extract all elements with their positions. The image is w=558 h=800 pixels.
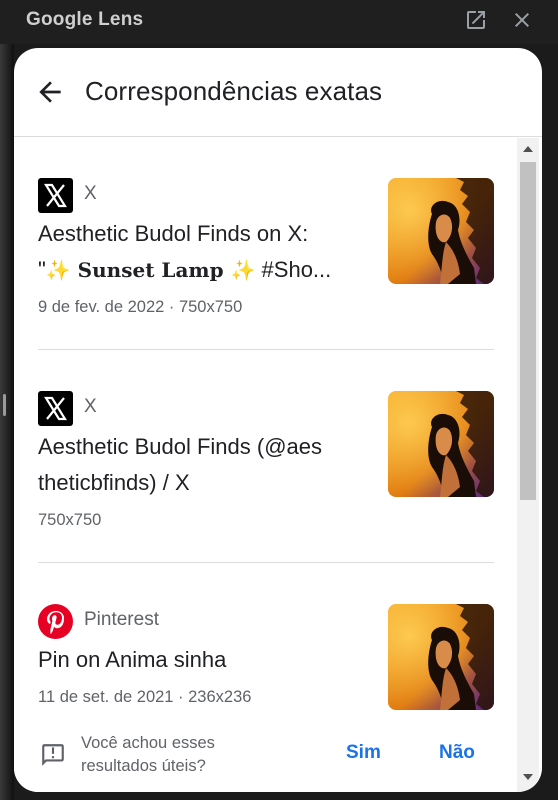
window-title: Google Lens xyxy=(26,9,144,30)
result-item[interactable]: X Aesthetic Budol Finds (@aes theticbfin… xyxy=(38,391,494,541)
feedback-no-button[interactable]: Não xyxy=(439,742,475,764)
scroll-down-arrow-icon[interactable] xyxy=(520,770,536,784)
close-icon[interactable] xyxy=(510,8,534,32)
feedback-icon xyxy=(40,742,66,768)
result-meta: 11 de set. de 2021 · 236x236 xyxy=(38,688,252,706)
window-titlebar: Google Lens xyxy=(0,0,558,44)
page-title: Correspondências exatas xyxy=(85,76,383,106)
result-item[interactable]: X Aesthetic Budol Finds on X: "✨ Sunset … xyxy=(38,178,494,328)
x-logo-icon xyxy=(38,178,73,213)
sparkles-icon: ✨ xyxy=(230,260,256,282)
divider xyxy=(38,562,494,563)
sparkles-icon: ✨ xyxy=(45,260,71,282)
x-logo-icon xyxy=(38,391,73,426)
feedback-bar: Você achou esses resultados úteis? Sim N… xyxy=(14,718,517,792)
result-source: X xyxy=(84,183,97,204)
results-panel: Correspondências exatas X Aesthetic Budo… xyxy=(14,48,542,792)
result-title[interactable]: Pin on Anima sinha xyxy=(38,642,368,678)
feedback-question: Você achou esses resultados úteis? xyxy=(81,734,215,775)
result-source: X xyxy=(84,396,97,417)
background-window-edge xyxy=(0,44,14,800)
back-arrow-icon[interactable] xyxy=(34,76,66,108)
feedback-yes-button[interactable]: Sim xyxy=(346,742,381,764)
divider xyxy=(38,349,494,350)
panel-header: Correspondências exatas xyxy=(14,48,542,137)
pinterest-logo-icon xyxy=(38,604,73,639)
open-in-new-icon[interactable] xyxy=(464,8,488,32)
scrollbar-thumb[interactable] xyxy=(520,162,536,500)
result-thumbnail[interactable] xyxy=(388,604,494,710)
result-meta: 9 de fev. de 2022 · 750x750 xyxy=(38,298,243,316)
result-thumbnail[interactable] xyxy=(388,391,494,497)
result-title[interactable]: Aesthetic Budol Finds (@aes theticbfinds… xyxy=(38,429,358,501)
result-title[interactable]: Aesthetic Budol Finds on X: "✨ Sunset La… xyxy=(38,216,368,289)
result-thumbnail[interactable] xyxy=(388,178,494,284)
resize-handle[interactable] xyxy=(3,394,6,416)
result-meta: 750x750 xyxy=(38,511,102,529)
scroll-up-arrow-icon[interactable] xyxy=(520,142,536,156)
result-source: Pinterest xyxy=(84,609,159,630)
